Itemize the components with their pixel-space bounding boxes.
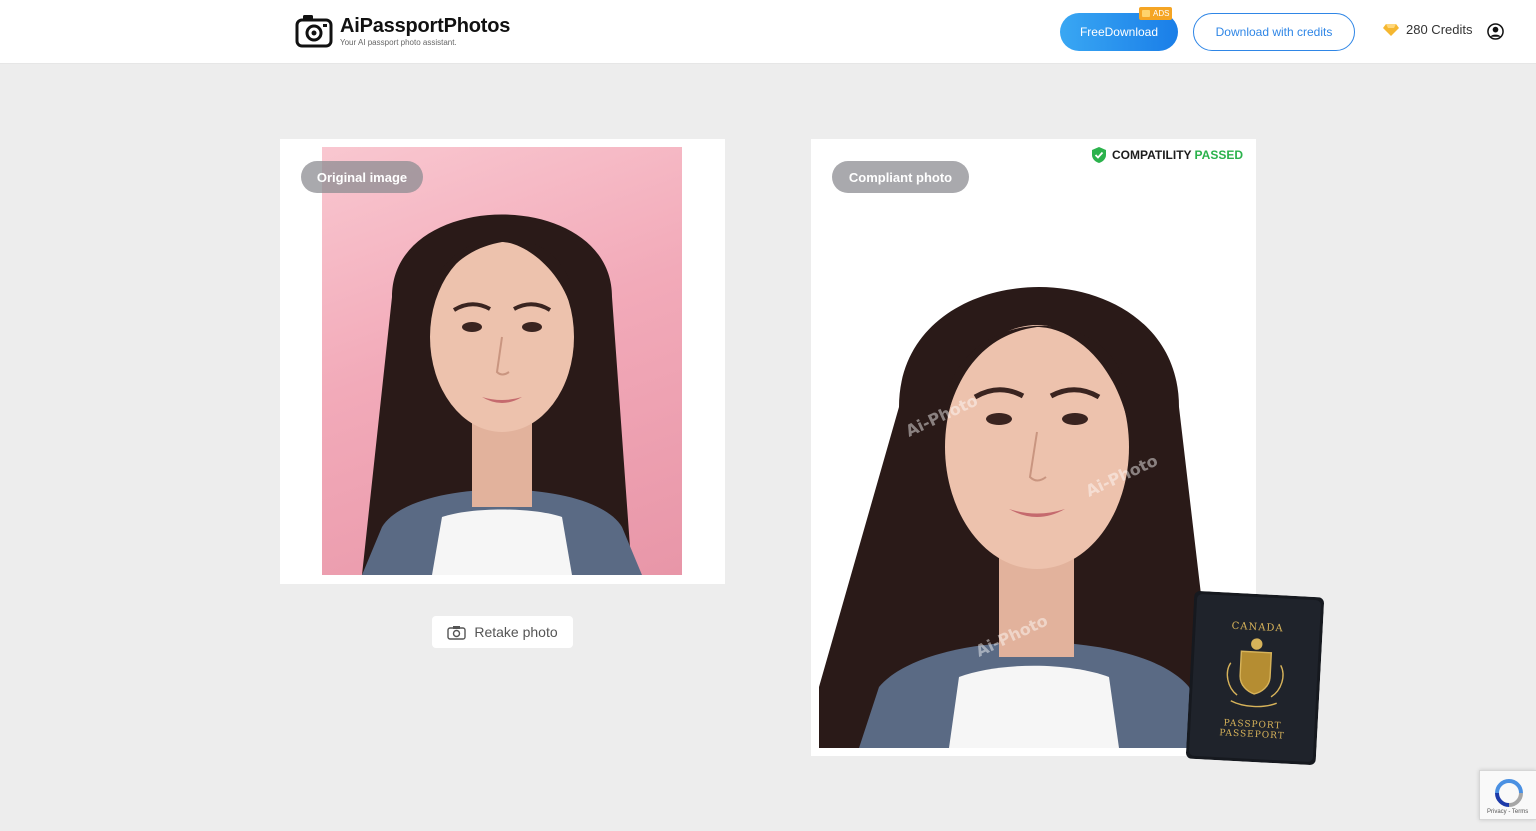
user-account-icon[interactable] (1487, 23, 1504, 40)
recaptcha-badge[interactable]: Privacy - Terms (1479, 770, 1536, 820)
credits-text: 280 Credits (1406, 22, 1473, 37)
compliant-photo: Ai-Photo Ai-Photo Ai-Photo Ai-Photo (819, 147, 1248, 748)
shield-check-icon (1092, 147, 1106, 163)
retake-photo-button[interactable]: Retake photo (432, 616, 573, 648)
download-with-credits-button[interactable]: Download with credits (1193, 13, 1355, 51)
compliant-photo-panel: Compliant photo Ai-Photo Ai-Photo Ai-Pho… (811, 139, 1256, 756)
camera-retake-icon (447, 625, 467, 640)
compatibility-label: COMPATILITY (1112, 148, 1192, 162)
recaptcha-privacy-terms[interactable]: Privacy - Terms (1487, 809, 1528, 815)
compliant-photo-label: Compliant photo (832, 161, 969, 193)
logo[interactable]: AiPassportPhotos Your AI passport photo … (295, 14, 510, 48)
recaptcha-icon (1495, 779, 1523, 807)
diamond-icon (1383, 23, 1399, 36)
original-image-label: Original image (301, 161, 423, 193)
watermark-text: Ai-Photo (1003, 241, 1081, 291)
compatibility-passed: PASSED (1194, 148, 1244, 162)
credits-balance[interactable]: 280 Credits (1383, 22, 1472, 37)
logo-subtitle: Your AI passport photo assistant. (340, 37, 457, 47)
top-header: AiPassportPhotos Your AI passport photo … (0, 0, 1536, 64)
camera-logo-icon (295, 15, 333, 48)
original-photo (322, 147, 682, 575)
retake-photo-label: Retake photo (474, 624, 558, 640)
ads-badge: ADS (1139, 7, 1173, 20)
canada-passport-image: CANADA PASSPORT PASSEPORT (1185, 591, 1325, 765)
compatibility-status: COMPATILITY PASSED (1092, 147, 1243, 163)
original-image-panel: Original image (280, 139, 725, 584)
logo-title: AiPassportPhotos (340, 14, 511, 37)
